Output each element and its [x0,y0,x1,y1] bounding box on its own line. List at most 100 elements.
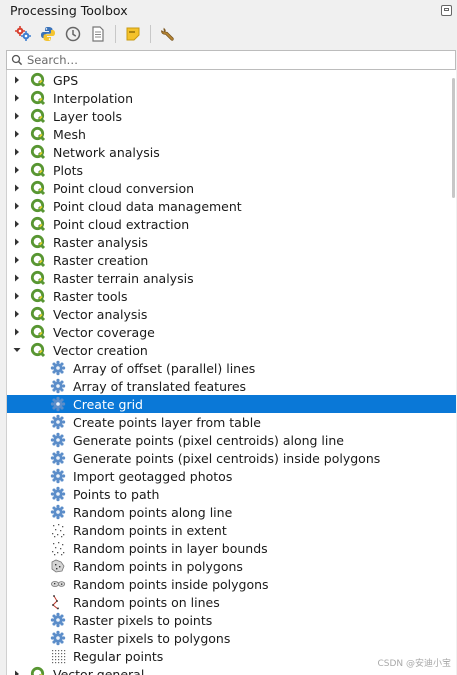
tree-item-label: Raster creation [53,252,149,268]
gear-icon [50,468,66,484]
qgis-icon [30,234,46,250]
wrench-icon [161,27,174,41]
qgis-icon [30,180,46,196]
tree-group[interactable]: Point cloud data management [7,197,456,215]
chevron-right-icon[interactable] [13,112,21,120]
tree-group[interactable]: Raster creation [7,251,456,269]
tree-group[interactable]: Raster terrain analysis [7,269,456,287]
tree-item-label: Create points layer from table [73,414,261,430]
random-points-icon [50,522,66,538]
chevron-right-icon[interactable] [13,76,21,84]
algorithm-item[interactable]: Points to path [7,485,456,503]
results-icon [92,25,104,42]
gear-icon [50,378,66,394]
tree-item-label: Random points along line [73,504,233,520]
tree-item-label: Random points in layer bounds [73,540,268,556]
search-input[interactable] [27,52,455,68]
toolbar-separator [115,24,116,43]
tree-item-label: Random points inside polygons [73,576,269,592]
qgis-icon [30,306,46,322]
tree-item-label: Vector creation [53,342,148,358]
chevron-right-icon[interactable] [13,130,21,138]
algorithm-item[interactable]: Import geotagged photos [7,467,456,485]
qgis-icon [30,216,46,232]
qgis-icon [30,144,46,160]
chevron-right-icon[interactable] [13,166,21,174]
chevron-right-icon[interactable] [13,238,21,246]
qgis-icon [30,108,46,124]
chevron-right-icon[interactable] [13,202,21,210]
algorithm-item[interactable]: Random points in polygons [7,557,456,575]
gear-icon [50,396,66,412]
results-viewer-button[interactable] [87,23,109,45]
tree-scrollbar[interactable] [452,78,455,198]
tree-item-label: Point cloud conversion [53,180,195,196]
panel-titlebar: Processing Toolbox [0,0,457,20]
algorithm-item[interactable]: Generate points (pixel centroids) inside… [7,449,456,467]
tree-item-label: Generate points (pixel centroids) along … [73,432,344,448]
algorithm-item[interactable]: Raster pixels to polygons [7,629,456,647]
tree-item-label: Generate points (pixel centroids) inside… [73,450,381,466]
algorithm-item[interactable]: Random points inside polygons [7,575,456,593]
tree-group[interactable]: Raster analysis [7,233,456,251]
algorithm-item[interactable]: Random points along line [7,503,456,521]
tree-item-label: Regular points [73,648,164,664]
algorithm-item[interactable]: Generate points (pixel centroids) along … [7,431,456,449]
chevron-down-icon[interactable] [13,346,21,354]
chevron-right-icon[interactable] [13,256,21,264]
undock-icon[interactable] [441,4,452,16]
chevron-right-icon[interactable] [13,670,21,675]
chevron-right-icon[interactable] [13,292,21,300]
watermark: CSDN @安迪小宝 [377,659,451,669]
tree-group[interactable]: Plots [7,161,456,179]
models-button[interactable] [12,23,34,45]
chevron-right-icon[interactable] [13,148,21,156]
chevron-right-icon[interactable] [13,184,21,192]
regular-points-icon [50,648,66,664]
algorithm-item[interactable]: Array of translated features [7,377,456,395]
models-icon [15,25,31,41]
gear-icon [50,432,66,448]
tree-item-label: Vector general [53,666,145,675]
chevron-right-icon[interactable] [13,328,21,336]
algorithm-item[interactable]: Random points in layer bounds [7,539,456,557]
scripts-button[interactable] [37,23,59,45]
tree-group[interactable]: Layer tools [7,107,456,125]
tree-group[interactable]: Point cloud extraction [7,215,456,233]
tree-group[interactable]: Point cloud conversion [7,179,456,197]
qgis-icon [30,72,46,88]
tree-group[interactable]: Mesh [7,125,456,143]
algorithm-item[interactable]: Random points on lines [7,593,456,611]
algorithm-item[interactable]: Create points layer from table [7,413,456,431]
algorithm-item[interactable]: Create grid [7,395,456,413]
history-button[interactable] [62,23,84,45]
options-button[interactable] [157,23,179,45]
algorithm-item[interactable]: Raster pixels to points [7,611,456,629]
tree-group[interactable]: GPS [7,71,456,89]
edit-in-place-icon [126,27,140,40]
qgis-icon [30,666,46,675]
tree-group[interactable]: Interpolation [7,89,456,107]
chevron-right-icon[interactable] [13,94,21,102]
tree-item-label: Array of offset (parallel) lines [73,360,256,376]
algorithm-item[interactable]: Random points in extent [7,521,456,539]
tree-group[interactable]: Vector creation [7,341,456,359]
tree-item-label: Points to path [73,486,160,502]
edit-features-in-place-button[interactable] [122,23,144,45]
tree-item-label: Random points in polygons [73,558,243,574]
chevron-right-icon[interactable] [13,274,21,282]
tree-item-label: Network analysis [53,144,160,160]
qgis-icon [30,324,46,340]
algorithm-item[interactable]: Array of offset (parallel) lines [7,359,456,377]
chevron-right-icon[interactable] [13,220,21,228]
toolbar [0,20,457,47]
gear-icon [50,360,66,376]
gear-icon [50,486,66,502]
tree-group[interactable]: Raster tools [7,287,456,305]
chevron-right-icon[interactable] [13,310,21,318]
tree-group[interactable]: Vector coverage [7,323,456,341]
algorithm-tree: GPS Interpolation Layer tools Mesh Netwo… [6,70,456,675]
tree-item-label: Random points on lines [73,594,220,610]
tree-group[interactable]: Vector analysis [7,305,456,323]
tree-group[interactable]: Network analysis [7,143,456,161]
